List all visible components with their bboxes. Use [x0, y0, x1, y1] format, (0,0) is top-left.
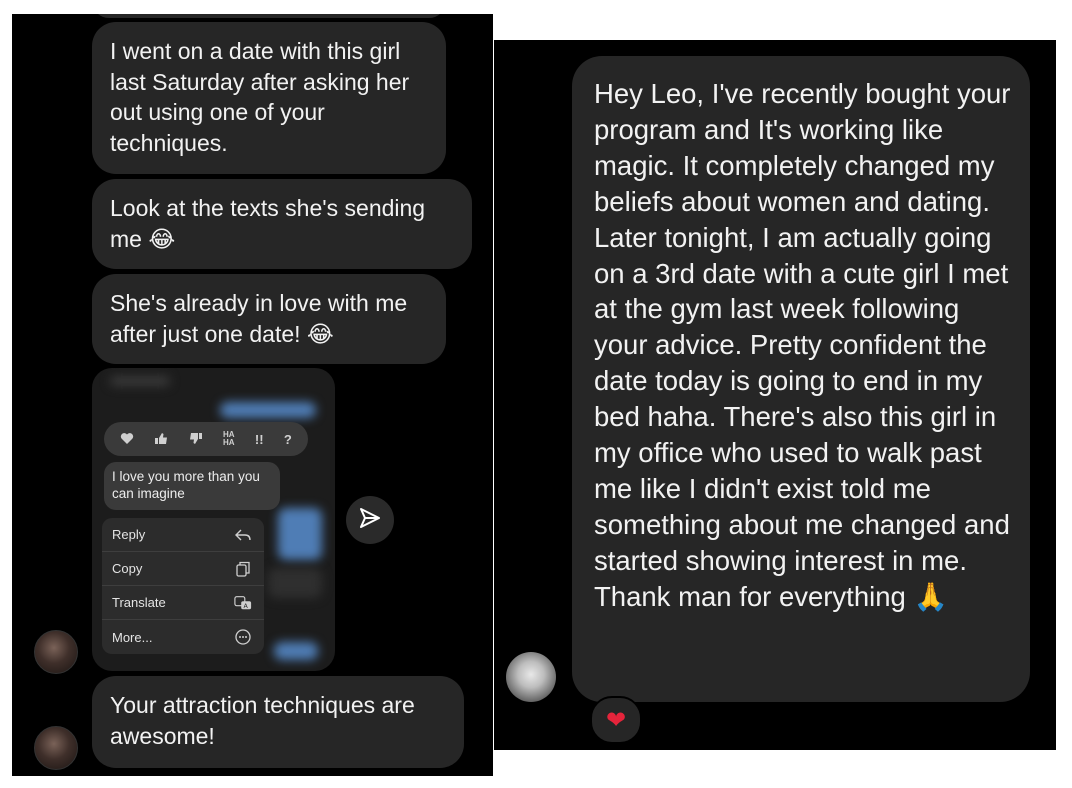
message-text: Look at the texts she's sending me 😂	[110, 195, 426, 252]
menu-item-reply[interactable]: Reply	[102, 518, 264, 552]
share-button[interactable]	[346, 496, 394, 544]
context-menu: Reply Copy Translate A More...	[102, 518, 264, 654]
avatar[interactable]	[34, 630, 78, 674]
reply-icon	[234, 526, 252, 544]
heart-reaction-icon[interactable]	[120, 432, 134, 447]
message-bubble-long[interactable]: Hey Leo, I've recently bought your progr…	[572, 56, 1030, 702]
message-bubble-3[interactable]: She's already in love with me after just…	[92, 274, 446, 364]
question-reaction-icon[interactable]: ?	[284, 433, 292, 446]
menu-item-more[interactable]: More...	[102, 620, 264, 654]
message-bubble-cutoff	[92, 14, 446, 18]
menu-item-label: Reply	[112, 527, 146, 542]
blurred-content	[268, 568, 322, 598]
menu-item-translate[interactable]: Translate A	[102, 586, 264, 620]
emphasis-reaction-icon[interactable]: !!	[255, 433, 264, 446]
avatar[interactable]	[34, 726, 78, 770]
message-bubble-2[interactable]: Look at the texts she's sending me 😂	[92, 179, 472, 269]
blurred-content	[278, 508, 322, 560]
menu-item-copy[interactable]: Copy	[102, 552, 264, 586]
thumbs-up-icon[interactable]	[154, 432, 168, 447]
reaction-bar: HA HA !! ?	[104, 422, 308, 456]
blurred-content	[110, 376, 170, 386]
haha-reaction-icon[interactable]: HA HA	[223, 431, 235, 447]
menu-item-label: Copy	[112, 561, 143, 576]
copy-icon	[234, 560, 252, 578]
blurred-content	[220, 402, 316, 418]
message-text: She's already in love with me after just…	[110, 290, 408, 347]
left-chat-panel: I went on a date with this girl last Sat…	[12, 14, 493, 776]
menu-item-label: Translate	[112, 595, 166, 610]
blurred-content	[274, 642, 318, 660]
send-icon	[358, 506, 382, 535]
heart-icon: ❤	[605, 706, 627, 734]
thumbs-down-icon[interactable]	[189, 432, 203, 447]
translate-icon: A	[234, 594, 252, 612]
avatar[interactable]	[506, 652, 556, 702]
message-bubble-1[interactable]: I went on a date with this girl last Sat…	[92, 22, 446, 174]
heart-reaction[interactable]: ❤	[590, 696, 642, 744]
quoted-message: I love you more than you can imagine	[104, 462, 280, 510]
message-bubble-4[interactable]: Your attraction techniques are awesome!	[92, 676, 464, 768]
menu-item-label: More...	[112, 629, 153, 645]
screenshot-attachment[interactable]: HA HA !! ? I love you more than you can i…	[92, 368, 335, 671]
more-icon	[234, 628, 252, 646]
right-chat-panel: Hey Leo, I've recently bought your progr…	[494, 40, 1056, 750]
svg-text:A: A	[243, 602, 248, 609]
